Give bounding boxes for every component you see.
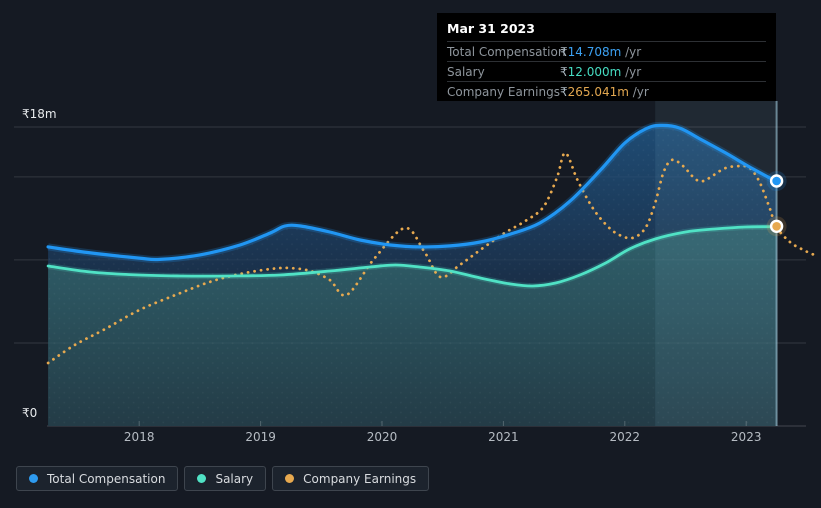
legend-salary[interactable]: Salary <box>184 466 267 491</box>
legend-company-earnings[interactable]: Company Earnings <box>272 466 430 491</box>
tooltip-date: Mar 31 2023 <box>447 21 535 36</box>
salary-dot-icon <box>197 474 207 483</box>
x-axis-label-2022: 2022 <box>610 430 641 444</box>
tooltip-total-compensation-value: 14.708m <box>567 44 622 59</box>
x-axis-label-2020: 2020 <box>367 430 398 444</box>
y-axis-label-0: ₹0 <box>22 406 37 420</box>
total-compensation-marker[interactable] <box>769 174 784 188</box>
legend: Total Compensation Salary Company Earnin… <box>16 466 430 491</box>
x-axis-label-2018: 2018 <box>124 430 155 444</box>
x-axis-label-2021: 2021 <box>488 430 519 444</box>
tooltip-salary-value: 12.000m <box>567 64 622 79</box>
y-axis-label-18: ₹18m <box>22 107 57 121</box>
tooltip-company-earnings-value: 265.041m <box>567 84 629 99</box>
chart-panel: ₹18m ₹0 2018 2019 2020 2021 2022 2023 Mar 31 20… <box>0 0 821 508</box>
total-compensation-dot-icon <box>29 474 38 483</box>
legend-total-compensation[interactable]: Total Compensation <box>16 466 179 491</box>
x-axis-label-2019: 2019 <box>245 430 276 444</box>
tooltip-row-company-earnings: Company Earnings ₹265.041m /yr <box>447 81 766 101</box>
company-earnings-dot-icon <box>285 474 295 483</box>
tooltip-row-total-compensation: Total Compensation ₹14.708m /yr <box>447 41 766 61</box>
tooltip: Mar 31 2023 Total Compensation ₹14.708m … <box>437 13 776 101</box>
x-axis-label-2023: 2023 <box>731 430 762 444</box>
tooltip-row-salary: Salary ₹12.000m /yr <box>447 61 766 81</box>
company-earnings-marker[interactable] <box>769 219 784 234</box>
